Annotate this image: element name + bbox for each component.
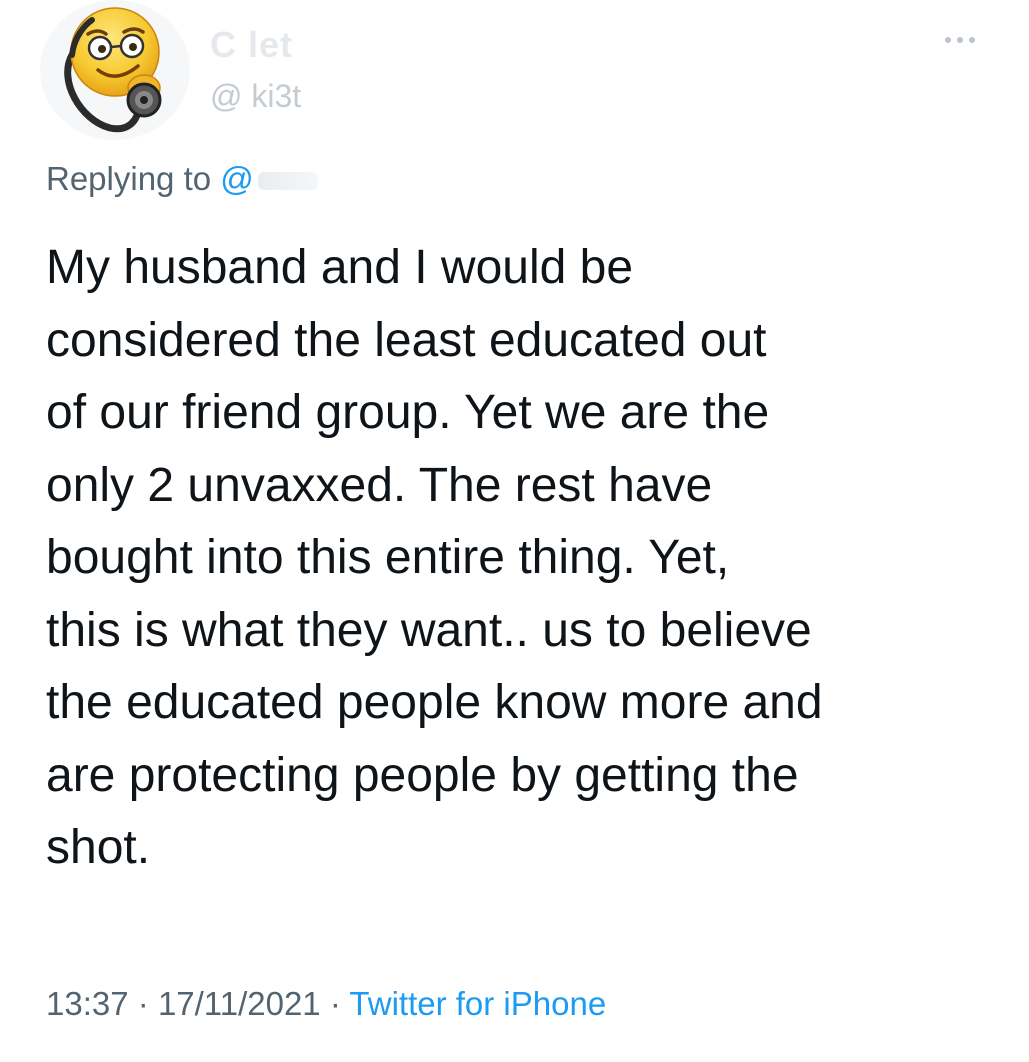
meta-separator: · <box>329 985 341 1022</box>
replying-to-label: Replying to <box>46 160 212 197</box>
tweet-text: My husband and I would be considered the… <box>46 241 823 874</box>
user-handle[interactable]: @ ki3t <box>210 78 301 115</box>
tweet-time[interactable]: 13:37 <box>46 985 129 1022</box>
reply-mention-link[interactable]: @ <box>220 160 254 197</box>
more-horizontal-icon-dot <box>969 37 975 43</box>
more-horizontal-icon <box>945 37 951 43</box>
display-name[interactable]: C let <box>210 24 293 66</box>
redacted-handle <box>257 172 318 191</box>
more-horizontal-icon-dot <box>957 37 963 43</box>
nerd-emoji-with-stethoscope-icon <box>64 7 162 133</box>
tweet-date[interactable]: 17/11/2021 <box>158 985 321 1022</box>
tweet-source-link[interactable]: Twitter for iPhone <box>349 985 606 1022</box>
tweet-metadata: 13:37 · 17/11/2021 · Twitter for iPhone <box>46 985 606 1023</box>
tweet: C let @ ki3t Replying to @ My husband an… <box>0 0 1029 1062</box>
meta-separator: · <box>137 985 149 1022</box>
replying-to: Replying to @ <box>46 160 318 198</box>
more-options-button[interactable] <box>930 20 990 60</box>
avatar[interactable] <box>40 0 190 140</box>
